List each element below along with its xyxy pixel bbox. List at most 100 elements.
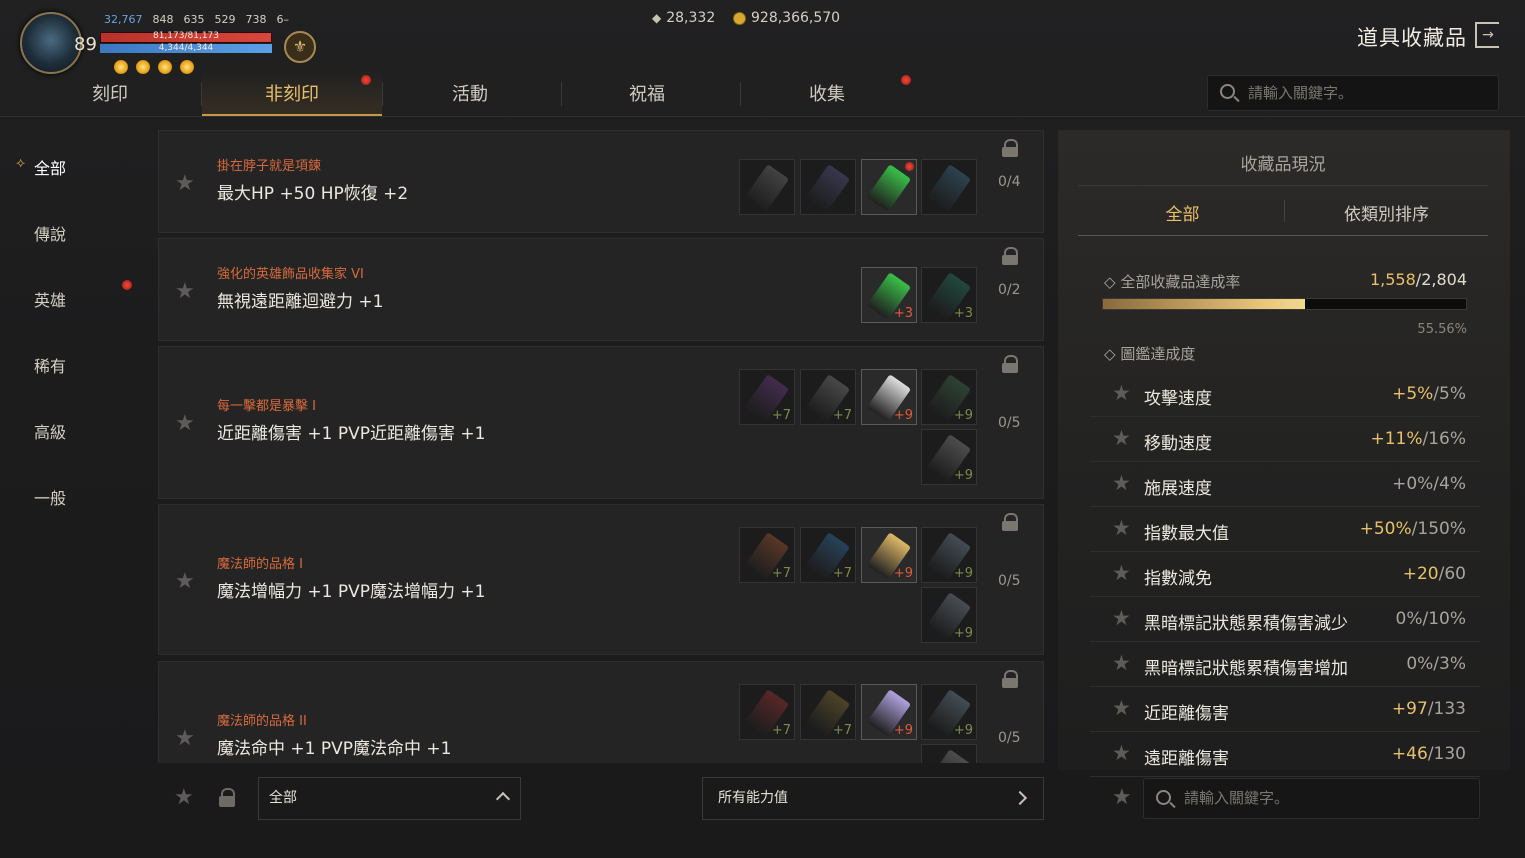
panel-search-input[interactable]: 請輸入關鍵字。	[1143, 778, 1480, 819]
stat-current: +11%	[1370, 429, 1423, 449]
favorite-icon[interactable]: ★	[1112, 785, 1132, 810]
favorite-star-icon[interactable]: ★	[1112, 696, 1131, 720]
enhance-level: +9	[893, 408, 913, 423]
codex-stat-row[interactable]: ★ 指數最大值 +50%/150%	[1090, 508, 1480, 552]
collection-count: 0/2	[998, 282, 1021, 298]
collection-card[interactable]: ★ 魔法師的品格 I 魔法增幅力 +1 PVP魔法增幅力 +1 0/5 +7 +7 +9 +9…	[158, 504, 1044, 655]
panel-tab-all[interactable]: 全部	[1080, 200, 1285, 225]
sidebar-item-legend[interactable]: 傳說	[34, 221, 66, 245]
collection-card[interactable]: ★ 每一擊都是暴擊 I 近距離傷害 +1 PVP近距離傷害 +1 0/5 +7 +7 +9 +…	[158, 346, 1044, 499]
stat-value: +0%/4%	[1392, 474, 1466, 494]
favorite-star-icon[interactable]: ★	[1112, 651, 1131, 675]
sidebar-item-hero[interactable]: 英雄	[34, 287, 66, 311]
collection-item-slot[interactable]	[921, 159, 977, 215]
enhance-level: +7	[832, 723, 852, 738]
favorite-star-icon[interactable]: ★	[175, 171, 195, 196]
notification-dot	[901, 75, 911, 85]
favorite-star-icon[interactable]: ★	[175, 726, 195, 751]
category-dropdown[interactable]: 全部	[258, 777, 521, 820]
codex-stat-row[interactable]: ★ 移動速度 +11%/16%	[1090, 418, 1480, 462]
collection-item-slot[interactable]	[739, 159, 795, 215]
rate-total: /2,804	[1415, 270, 1467, 289]
hp-text: 81,173/81,173	[152, 31, 219, 41]
item-icon	[926, 164, 972, 212]
collection-item-slot[interactable]: +7	[800, 684, 856, 740]
tab-engraved[interactable]: 刻印	[20, 70, 200, 116]
stat-5: 738	[245, 13, 267, 26]
enhance-level: +9	[953, 468, 973, 483]
favorite-star-icon[interactable]: ★	[1112, 426, 1131, 450]
collection-card[interactable]: ★ 掛在脖子就是項鍊 最大HP +50 HP恢復 +2 0/4	[158, 130, 1044, 233]
favorite-star-icon[interactable]: ★	[175, 569, 195, 594]
guild-emblem-icon[interactable]: ⚜	[284, 31, 316, 63]
codex-stat-row[interactable]: ★ 指數減免 +20/60	[1090, 553, 1480, 597]
search-icon	[1220, 84, 1235, 99]
tab-event[interactable]: 活動	[380, 70, 560, 116]
stat-value: +5%/5%	[1392, 384, 1466, 404]
collection-effect: 無視遠距離迴避力 +1	[217, 292, 384, 312]
collection-item-slot[interactable]: +9	[861, 369, 917, 425]
stat-name: 移動速度	[1144, 434, 1212, 454]
codex-stat-row[interactable]: ★ 黑暗標記狀態累積傷害減少 0%/10%	[1090, 598, 1480, 642]
codex-stat-row[interactable]: ★ 攻擊速度 +5%/5%	[1090, 373, 1480, 417]
collection-item-slot[interactable]: +9	[921, 429, 977, 485]
favorite-star-icon[interactable]: ★	[1112, 741, 1131, 765]
all-stats-button[interactable]: 所有能力值	[702, 777, 1044, 820]
favorite-filter-icon[interactable]: ★	[174, 785, 194, 810]
collection-card[interactable]: ★ 強化的英雄飾品收集家 VI 無視遠距離迴避力 +1 0/2 +3 +3	[158, 238, 1044, 341]
collection-item-slot[interactable]: +7	[739, 527, 795, 583]
collection-card[interactable]: ★ 魔法師的品格 II 魔法命中 +1 PVP魔法命中 +1 0/5 +7 +7 +9 +9	[158, 661, 1044, 763]
collection-item-slot[interactable]: +7	[800, 527, 856, 583]
stat-max: /10%	[1422, 609, 1466, 629]
collection-item-slot[interactable]: +3	[861, 267, 917, 323]
sidebar-item-advanced[interactable]: 高級	[34, 419, 66, 443]
favorite-star-icon[interactable]: ★	[1112, 516, 1131, 540]
stat-current: +50%	[1359, 519, 1412, 539]
codex-stat-row[interactable]: ★ 遠距離傷害 +46/130	[1090, 733, 1480, 777]
rate-percent: 55.56%	[1417, 322, 1467, 337]
sidebar-item-normal[interactable]: 一般	[34, 485, 66, 509]
lock-icon[interactable]	[1001, 139, 1019, 157]
lock-filter-icon[interactable]	[218, 788, 236, 808]
collection-item-slot[interactable]: +9	[921, 587, 977, 643]
collection-item-slot[interactable]: +9	[861, 527, 917, 583]
collection-item-slot[interactable]	[861, 159, 917, 215]
tab-blessing[interactable]: 祝福	[557, 70, 737, 116]
collection-item-slot[interactable]: +7	[739, 684, 795, 740]
tab-non-engraved[interactable]: 非刻印	[202, 70, 382, 116]
search-input[interactable]: 請輸入關鍵字。	[1207, 75, 1499, 111]
collection-item-slot[interactable]: +9	[921, 684, 977, 740]
collection-item-slot[interactable]	[921, 744, 977, 763]
collection-item-slot[interactable]: +9	[861, 684, 917, 740]
player-portrait[interactable]	[20, 12, 82, 74]
favorite-star-icon[interactable]: ★	[1112, 606, 1131, 630]
rate-current: 1,558	[1369, 270, 1416, 289]
collection-item-slot[interactable]	[800, 159, 856, 215]
favorite-star-icon[interactable]: ★	[1112, 381, 1131, 405]
codex-stat-row[interactable]: ★ 近距離傷害 +97/133	[1090, 688, 1480, 732]
favorite-star-icon[interactable]: ★	[1112, 561, 1131, 585]
stat-current: 0%	[1406, 654, 1434, 674]
favorite-star-icon[interactable]: ★	[1112, 471, 1131, 495]
lock-icon[interactable]	[1001, 513, 1019, 531]
tab-collect[interactable]: 收集	[737, 70, 917, 116]
panel-tab-sort[interactable]: 依類別排序	[1284, 200, 1489, 225]
collection-item-slot[interactable]: +9	[921, 369, 977, 425]
lock-icon[interactable]	[1001, 670, 1019, 688]
lock-icon[interactable]	[1001, 355, 1019, 373]
favorite-star-icon[interactable]: ★	[175, 411, 195, 436]
favorite-star-icon[interactable]: ★	[175, 279, 195, 304]
lock-icon[interactable]	[1001, 247, 1019, 265]
collection-item-slot[interactable]: +7	[800, 369, 856, 425]
exit-icon[interactable]: →	[1475, 22, 1499, 48]
search-icon	[1156, 790, 1171, 805]
collection-item-slot[interactable]: +9	[921, 527, 977, 583]
codex-stat-row[interactable]: ★ 黑暗標記狀態累積傷害增加 0%/3%	[1090, 643, 1480, 687]
sidebar-item-rare[interactable]: 稀有	[34, 353, 66, 377]
collection-list[interactable]: ★ 掛在脖子就是項鍊 最大HP +50 HP恢復 +2 0/4 ★ 強化的英雄飾品收集家 …	[158, 130, 1044, 763]
sidebar-item-all[interactable]: 全部	[34, 155, 66, 179]
collection-item-slot[interactable]: +7	[739, 369, 795, 425]
tab-label: 收集	[809, 84, 845, 105]
collection-item-slot[interactable]: +3	[921, 267, 977, 323]
codex-stat-row[interactable]: ★ 施展速度 +0%/4%	[1090, 463, 1480, 507]
